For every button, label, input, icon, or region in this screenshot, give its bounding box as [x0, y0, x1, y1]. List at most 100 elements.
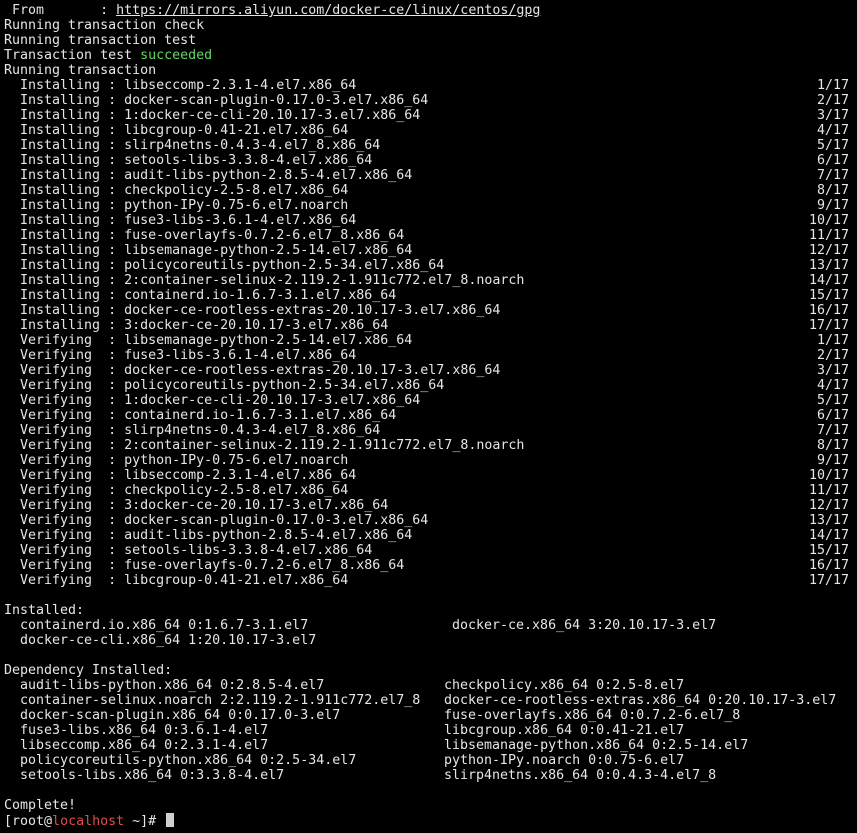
- prompt-bracket: [: [4, 814, 13, 829]
- separator: :: [100, 423, 125, 438]
- package-entry: docker-ce-rootless-extras.x86_64 0:20.10…: [444, 693, 837, 708]
- separator: :: [100, 408, 125, 423]
- transaction-row: Installing : setools-libs-3.3.8-4.el7.x8…: [4, 153, 857, 168]
- transaction-action: Verifying: [20, 558, 101, 573]
- separator: :: [100, 453, 125, 468]
- progress-count: 17/17: [809, 318, 850, 333]
- separator: :: [100, 153, 125, 168]
- separator: :: [100, 288, 125, 303]
- transaction-action: Installing: [20, 108, 101, 123]
- transaction-row: Installing : python-IPy-0.75-6.el7.noarc…: [4, 198, 857, 213]
- separator: :: [100, 303, 125, 318]
- separator: :: [100, 78, 125, 93]
- separator: :: [100, 393, 125, 408]
- transaction-action: Installing: [20, 228, 101, 243]
- package-entry: audit-libs-python.x86_64 0:2.8.5-4.el7: [20, 678, 325, 693]
- gpg-url-link[interactable]: https://mirrors.aliyun.com/docker-ce/lin…: [116, 3, 540, 18]
- from-label: From :: [4, 3, 117, 18]
- progress-count: 10/17: [809, 213, 850, 228]
- dependency-row: libseccomp.x86_64 0:2.3.1-4.el7 libsemana…: [4, 738, 857, 753]
- package-name: python-IPy-0.75-6.el7.noarch: [124, 453, 349, 468]
- transaction-row: Verifying : checkpolicy-2.5-8.el7.x86_64…: [4, 483, 857, 498]
- text-cursor[interactable]: [166, 813, 175, 827]
- package-name: docker-ce-rootless-extras-20.10.17-3.el7…: [124, 303, 501, 318]
- progress-count: 8/17: [816, 438, 849, 453]
- package-name: setools-libs-3.3.8-4.el7.x86_64: [124, 153, 373, 168]
- separator: :: [100, 483, 125, 498]
- test-result-line: Transaction test succeeded: [4, 48, 857, 63]
- transaction-action: Installing: [20, 213, 101, 228]
- prompt-path: ~]#: [124, 814, 165, 829]
- progress-count: 5/17: [816, 138, 849, 153]
- progress-count: 11/17: [809, 228, 850, 243]
- transaction-row: Verifying : libseccomp-2.3.1-4.el7.x86_6…: [4, 468, 857, 483]
- package-entry: libseccomp.x86_64 0:2.3.1-4.el7: [20, 738, 269, 753]
- separator: :: [100, 123, 125, 138]
- transaction-action: Installing: [20, 288, 101, 303]
- separator: :: [100, 543, 125, 558]
- progress-count: 7/17: [816, 423, 849, 438]
- terminal-window[interactable]: From : https://mirrors.aliyun.com/docker…: [4, 3, 857, 833]
- transaction-row: Verifying : python-IPy-0.75-6.el7.noarch…: [4, 453, 857, 468]
- package-name: containerd.io-1.6.7-3.1.el7.x86_64: [124, 408, 397, 423]
- separator: :: [100, 168, 125, 183]
- transaction-action: Installing: [20, 258, 101, 273]
- separator: :: [100, 513, 125, 528]
- transaction-row: Verifying : setools-libs-3.3.8-4.el7.x86…: [4, 543, 857, 558]
- shell-prompt[interactable]: [root@localhost ~]#: [4, 813, 857, 829]
- separator: :: [100, 138, 125, 153]
- progress-count: 11/17: [809, 483, 850, 498]
- progress-count: 10/17: [809, 468, 850, 483]
- separator: :: [100, 273, 125, 288]
- package-name: 2:container-selinux-2.119.2-1.911c772.el…: [124, 273, 525, 288]
- prompt-host: localhost: [52, 814, 125, 829]
- prompt-at: @: [44, 814, 53, 829]
- package-name: fuse3-libs-3.6.1-4.el7.x86_64: [124, 213, 357, 228]
- prompt-user: root: [12, 814, 45, 829]
- transaction-action: Installing: [20, 153, 101, 168]
- package-name: 1:docker-ce-cli-20.10.17-3.el7.x86_64: [124, 108, 421, 123]
- progress-count: 7/17: [816, 168, 849, 183]
- progress-count: 4/17: [816, 123, 849, 138]
- package-entry: fuse3-libs.x86_64 0:3.6.1-4.el7: [20, 723, 269, 738]
- separator: :: [100, 498, 125, 513]
- package-entry: containerd.io.x86_64 0:1.6.7-3.1.el7: [20, 618, 309, 633]
- package-entry: docker-scan-plugin.x86_64 0:0.17.0-3.el7: [20, 708, 341, 723]
- progress-count: 1/17: [816, 333, 849, 348]
- separator: :: [100, 333, 125, 348]
- test-result-status: succeeded: [140, 48, 213, 63]
- progress-count: 6/17: [816, 408, 849, 423]
- separator: :: [100, 258, 125, 273]
- gpg-source-line: From : https://mirrors.aliyun.com/docker…: [4, 3, 857, 18]
- separator: :: [100, 243, 125, 258]
- progress-count: 9/17: [816, 453, 849, 468]
- separator: :: [100, 228, 125, 243]
- package-name: fuse-overlayfs-0.7.2-6.el7_8.x86_64: [124, 558, 405, 573]
- progress-count: 13/17: [809, 513, 850, 528]
- transaction-action: Verifying: [20, 513, 101, 528]
- transaction-row: Verifying : fuse3-libs-3.6.1-4.el7.x86_6…: [4, 348, 857, 363]
- transaction-action: Verifying: [20, 378, 101, 393]
- test-result-label: Transaction test: [4, 48, 141, 63]
- transaction-action: Verifying: [20, 483, 101, 498]
- separator: :: [100, 318, 125, 333]
- separator: :: [100, 438, 125, 453]
- package-name: setools-libs-3.3.8-4.el7.x86_64: [124, 543, 373, 558]
- package-name: fuse3-libs-3.6.1-4.el7.x86_64: [124, 348, 357, 363]
- transaction-action: Installing: [20, 138, 101, 153]
- package-name: slirp4netns-0.4.3-4.el7_8.x86_64: [124, 138, 381, 153]
- installed-heading: Installed:: [4, 603, 85, 618]
- progress-count: 2/17: [816, 93, 849, 108]
- transaction-row: Verifying : libsemanage-python-2.5-14.el…: [4, 333, 857, 348]
- transaction-action: Installing: [20, 93, 101, 108]
- transaction-row: Installing : docker-scan-plugin-0.17.0-3…: [4, 93, 857, 108]
- transaction-action: Verifying: [20, 408, 101, 423]
- progress-count: 14/17: [809, 273, 850, 288]
- transaction-action: Installing: [20, 78, 101, 93]
- package-entry: docker-ce-cli.x86_64 1:20.10.17-3.el7: [20, 633, 317, 648]
- transaction-action: Verifying: [20, 348, 101, 363]
- package-entry: checkpolicy.x86_64 0:2.5-8.el7: [444, 678, 685, 693]
- complete-message: Complete!: [4, 798, 77, 813]
- package-name: docker-scan-plugin-0.17.0-3.el7.x86_64: [124, 93, 429, 108]
- package-name: docker-scan-plugin-0.17.0-3.el7.x86_64: [124, 513, 429, 528]
